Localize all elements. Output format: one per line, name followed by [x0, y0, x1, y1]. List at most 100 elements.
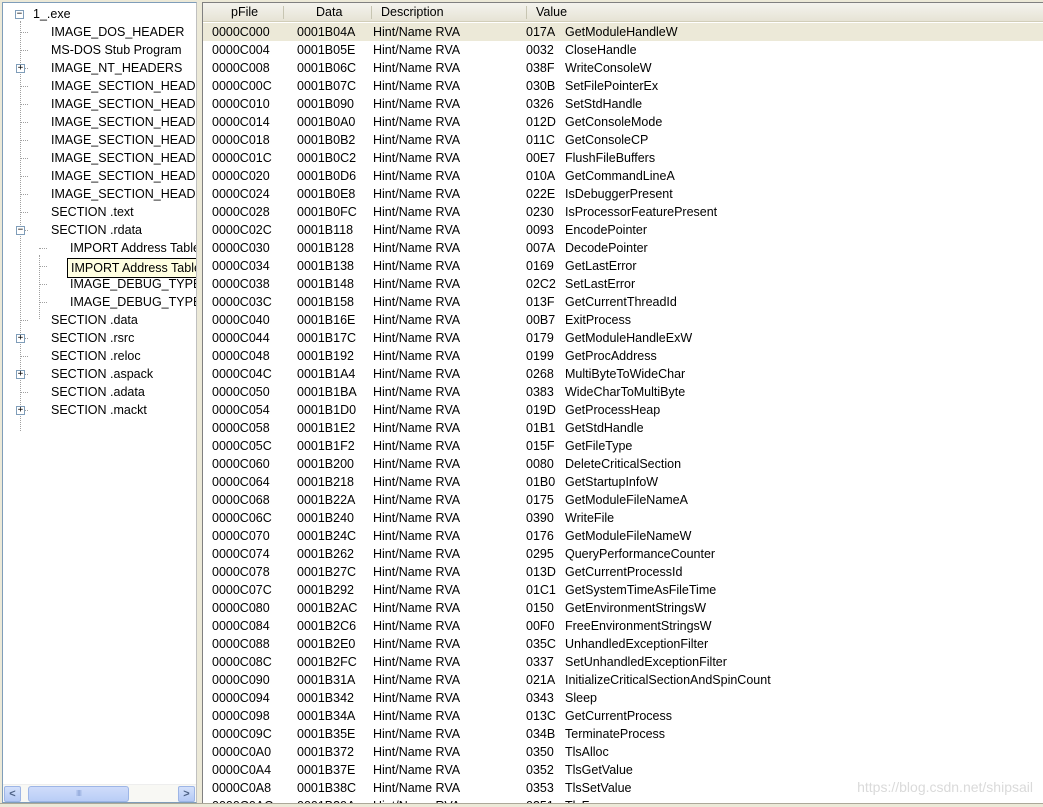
- table-row[interactable]: 0000C094 0001B342 Hint/Name RVA 0343 Sleep: [203, 689, 1043, 707]
- table-row[interactable]: 0000C050 0001B1BA Hint/Name RVA 0383 WideCha…: [203, 383, 1043, 401]
- table-row[interactable]: 0000C04C 0001B1A4 Hint/Name RVA 0268 MultiBy…: [203, 365, 1043, 383]
- tree-pane[interactable]: − 1_.exe IMAGE_DOS_HEADER MS-DOS Stub Pro…: [2, 2, 197, 803]
- cell-pfile: 0000C08C: [212, 655, 272, 669]
- table-row[interactable]: 0000C044 0001B17C Hint/Name RVA 0179 GetModu…: [203, 329, 1043, 347]
- table-row[interactable]: 0000C090 0001B31A Hint/Name RVA 021A Initial…: [203, 671, 1043, 689]
- scroll-right-button[interactable]: >: [178, 786, 195, 802]
- cell-function-name: ExitProcess: [565, 313, 631, 327]
- cell-function-name: GetStdHandle: [565, 421, 644, 435]
- cell-hint: 0093: [526, 223, 554, 237]
- table-row[interactable]: 0000C084 0001B2C6 Hint/Name RVA 00F0 FreeEnv…: [203, 617, 1043, 635]
- collapse-icon[interactable]: −: [15, 10, 24, 19]
- column-header-data[interactable]: Data: [316, 3, 342, 22]
- table-row[interactable]: 0000C020 0001B0D6 Hint/Name RVA 010A GetComm…: [203, 167, 1043, 185]
- cell-hint: 0390: [526, 511, 554, 525]
- cell-data: 0001B2E0: [297, 637, 356, 651]
- pe-structure-tree[interactable]: − 1_.exe IMAGE_DOS_HEADER MS-DOS Stub Pro…: [3, 3, 196, 784]
- column-header-value[interactable]: Value: [536, 3, 567, 22]
- table-row[interactable]: 0000C064 0001B218 Hint/Name RVA 01B0 GetStar…: [203, 473, 1043, 491]
- table-row[interactable]: 0000C088 0001B2E0 Hint/Name RVA 035C Unhandl…: [203, 635, 1043, 653]
- column-header-pfile[interactable]: pFile: [231, 3, 258, 22]
- column-divider[interactable]: [283, 6, 284, 19]
- table-row[interactable]: 0000C030 0001B128 Hint/Name RVA 007A DecodeP…: [203, 239, 1043, 257]
- table-row[interactable]: 0000C048 0001B192 Hint/Name RVA 0199 GetProc…: [203, 347, 1043, 365]
- cell-data: 0001B192: [297, 349, 355, 363]
- cell-data: 0001B240: [297, 511, 355, 525]
- column-header-description[interactable]: Description: [381, 3, 444, 22]
- table-row[interactable]: 0000C06C 0001B240 Hint/Name RVA 0390 WriteFi…: [203, 509, 1043, 527]
- tree-item-label: SECTION .mackt: [51, 403, 147, 417]
- cell-data: 0001B0FC: [297, 205, 357, 219]
- table-row[interactable]: 0000C068 0001B22A Hint/Name RVA 0175 GetModu…: [203, 491, 1043, 509]
- cell-hint: 0032: [526, 43, 554, 57]
- scroll-thumb[interactable]: IIII: [28, 786, 129, 802]
- table-row[interactable]: 0000C03C 0001B158 Hint/Name RVA 013F GetCurr…: [203, 293, 1043, 311]
- expand-icon[interactable]: +: [16, 406, 25, 415]
- cell-description: Hint/Name RVA: [373, 709, 461, 723]
- cell-function-name: UnhandledExceptionFilter: [565, 637, 709, 651]
- table-row[interactable]: 0000C034 0001B138 Hint/Name RVA 0169 GetLast…: [203, 257, 1043, 275]
- cell-hint: 0337: [526, 655, 554, 669]
- cell-pfile: 0000C0A8: [212, 781, 272, 795]
- table-row[interactable]: 0000C070 0001B24C Hint/Name RVA 0176 GetModu…: [203, 527, 1043, 545]
- table-row[interactable]: 0000C01C 0001B0C2 Hint/Name RVA 00E7 FlushFi…: [203, 149, 1043, 167]
- expand-icon[interactable]: +: [16, 370, 25, 379]
- table-row[interactable]: 0000C02C 0001B118 Hint/Name RVA 0093 EncodeP…: [203, 221, 1043, 239]
- table-row[interactable]: 0000C018 0001B0B2 Hint/Name RVA 011C GetCons…: [203, 131, 1043, 149]
- cell-data: 0001B0B2: [297, 133, 356, 147]
- table-row[interactable]: 0000C038 0001B148 Hint/Name RVA 02C2 SetLast…: [203, 275, 1043, 293]
- cell-data: 0001B1BA: [297, 385, 357, 399]
- table-row[interactable]: 0000C08C 0001B2FC Hint/Name RVA 0337 SetUnha…: [203, 653, 1043, 671]
- cell-data: 0001B05E: [297, 43, 356, 57]
- column-divider[interactable]: [371, 6, 372, 19]
- chevron-left-icon: <: [9, 788, 16, 800]
- table-row[interactable]: 0000C098 0001B34A Hint/Name RVA 013C GetCurr…: [203, 707, 1043, 725]
- scroll-left-button[interactable]: <: [4, 786, 21, 802]
- cell-hint: 0230: [526, 205, 554, 219]
- table-row[interactable]: 0000C000 0001B04A Hint/Name RVA 017A GetModu…: [203, 23, 1043, 41]
- table-row[interactable]: 0000C05C 0001B1F2 Hint/Name RVA 015F GetFile…: [203, 437, 1043, 455]
- cell-data: 0001B342: [297, 691, 355, 705]
- table-row[interactable]: 0000C040 0001B16E Hint/Name RVA 00B7 ExitPro…: [203, 311, 1043, 329]
- table-row[interactable]: 0000C0A0 0001B372 Hint/Name RVA 0350 TlsAllo…: [203, 743, 1043, 761]
- table-row[interactable]: 0000C014 0001B0A0 Hint/Name RVA 012D GetCons…: [203, 113, 1043, 131]
- cell-pfile: 0000C054: [212, 403, 270, 417]
- column-divider[interactable]: [526, 6, 527, 19]
- cell-description: Hint/Name RVA: [373, 547, 461, 561]
- table-row[interactable]: 0000C028 0001B0FC Hint/Name RVA 0230 IsProce…: [203, 203, 1043, 221]
- table-row[interactable]: 0000C054 0001B1D0 Hint/Name RVA 019D GetProc…: [203, 401, 1043, 419]
- cell-hint: 0176: [526, 529, 554, 543]
- table-row[interactable]: 0000C080 0001B2AC Hint/Name RVA 0150 GetEnvi…: [203, 599, 1043, 617]
- cell-function-name: GetCurrentProcess: [565, 709, 672, 723]
- cell-hint: 038F: [526, 61, 555, 75]
- cell-function-name: SetUnhandledExceptionFilter: [565, 655, 727, 669]
- table-row[interactable]: 0000C004 0001B05E Hint/Name RVA 0032 CloseHa…: [203, 41, 1043, 59]
- table-row[interactable]: 0000C07C 0001B292 Hint/Name RVA 01C1 GetSyst…: [203, 581, 1043, 599]
- table-row[interactable]: 0000C078 0001B27C Hint/Name RVA 013D GetCurr…: [203, 563, 1043, 581]
- cell-hint: 012D: [526, 115, 556, 129]
- table-row[interactable]: 0000C058 0001B1E2 Hint/Name RVA 01B1 GetStdH…: [203, 419, 1043, 437]
- table-row[interactable]: 0000C024 0001B0E8 Hint/Name RVA 022E IsDebug…: [203, 185, 1043, 203]
- cell-description: Hint/Name RVA: [373, 277, 461, 291]
- import-table-list[interactable]: pFile Data Description Value 0000C000 000…: [202, 2, 1043, 803]
- cell-pfile: 0000C040: [212, 313, 270, 327]
- collapse-icon[interactable]: −: [16, 226, 25, 235]
- expand-icon[interactable]: +: [16, 334, 25, 343]
- table-row[interactable]: 0000C060 0001B200 Hint/Name RVA 0080 DeleteC…: [203, 455, 1043, 473]
- cell-pfile: 0000C020: [212, 169, 270, 183]
- tree-guide-line: [20, 194, 28, 195]
- cell-function-name: GetModuleFileNameW: [565, 529, 692, 543]
- horizontal-scrollbar[interactable]: < IIII >: [3, 784, 196, 802]
- expand-icon[interactable]: +: [16, 64, 25, 73]
- cell-data: 0001B17C: [297, 331, 357, 345]
- cell-description: Hint/Name RVA: [373, 421, 461, 435]
- table-row[interactable]: 0000C09C 0001B35E Hint/Name RVA 034B Termina…: [203, 725, 1043, 743]
- cell-hint: 0352: [526, 763, 554, 777]
- cell-description: Hint/Name RVA: [373, 529, 461, 543]
- table-row[interactable]: 0000C00C 0001B07C Hint/Name RVA 030B SetFile…: [203, 77, 1043, 95]
- table-row[interactable]: 0000C008 0001B06C Hint/Name RVA 038F WriteCo…: [203, 59, 1043, 77]
- cell-pfile: 0000C094: [212, 691, 270, 705]
- table-row[interactable]: 0000C074 0001B262 Hint/Name RVA 0295 QueryPe…: [203, 545, 1043, 563]
- table-row[interactable]: 0000C010 0001B090 Hint/Name RVA 0326 SetStdH…: [203, 95, 1043, 113]
- table-row[interactable]: 0000C0A4 0001B37E Hint/Name RVA 0352 TlsGetV…: [203, 761, 1043, 779]
